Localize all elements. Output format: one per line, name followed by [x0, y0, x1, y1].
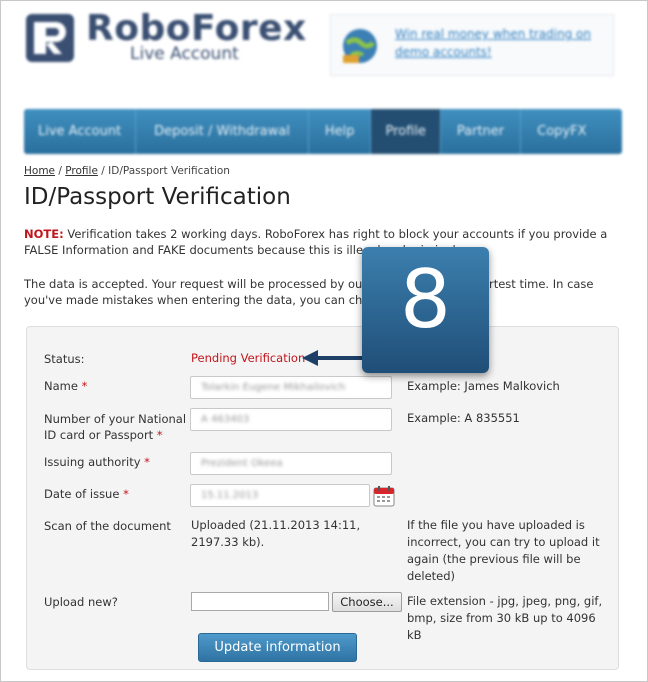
promo-banner[interactable]: Win real money when trading on demo acco… — [330, 14, 614, 76]
logo-subtitle: Live Account — [130, 44, 239, 64]
status-value: Pending Verification — [191, 351, 306, 365]
nav-item-help[interactable]: Help — [309, 109, 372, 154]
uploaded-status-text: Uploaded (21.11.2013 14:11, 2197.33 kb). — [191, 518, 361, 549]
note-label: NOTE: — [24, 227, 64, 241]
main-nav: Live Account Deposit / Withdrawal Help P… — [24, 109, 622, 154]
scan-label: Scan of the document — [44, 519, 171, 533]
idnum-field-value: A 463403 — [201, 414, 250, 425]
breadcrumb-home-link[interactable]: Home — [24, 165, 55, 177]
file-extension-hint: File extension - jpg, jpeg, png, gif, bm… — [407, 594, 603, 642]
idnum-label-text: ID card or Passport — [44, 428, 154, 442]
nav-item-profile[interactable]: Profile — [371, 109, 441, 154]
idnum-field[interactable]: A 463403 — [190, 408, 392, 431]
verification-note: NOTE: Verification takes 2 working days.… — [24, 226, 624, 258]
name-example: Example: James Malkovich — [407, 379, 560, 393]
authority-label: Issuing authority * — [44, 454, 150, 470]
logo-mark-icon — [26, 14, 74, 62]
promo-link[interactable]: Win real money when trading on demo acco… — [395, 25, 605, 61]
breadcrumb-separator: / — [101, 165, 105, 177]
choose-file-button[interactable]: Choose... — [332, 592, 402, 612]
page-title: ID/Passport Verification — [24, 184, 291, 210]
logo-text: RoboForex — [86, 8, 307, 49]
date-label-text: Date of issue — [44, 487, 120, 501]
name-field[interactable]: Tolarkin Eugene Mikhailovich — [190, 376, 392, 399]
nav-item-copyfx[interactable]: CopyFX — [521, 109, 602, 154]
roboforex-logo[interactable]: RoboForex Live Account — [24, 8, 314, 70]
reupload-hint-text: If the file you have uploaded is incorre… — [407, 518, 600, 583]
update-information-button[interactable]: Update information — [198, 633, 357, 662]
name-label-text: Name — [44, 379, 78, 393]
file-path-input[interactable] — [191, 592, 329, 611]
upload-new-label: Upload new? — [44, 595, 118, 609]
required-asterisk: * — [156, 428, 163, 442]
nav-item-live-account[interactable]: Live Account — [24, 109, 137, 154]
date-field[interactable]: 15.11.2013 — [190, 484, 370, 507]
breadcrumb-separator: / — [58, 165, 62, 177]
status-label: Status: — [44, 352, 85, 366]
globe-icon — [343, 29, 377, 63]
idnum-example: Example: A 835551 — [407, 411, 520, 425]
breadcrumb: Home / Profile / ID/Passport Verificatio… — [24, 165, 230, 177]
date-label: Date of issue * — [44, 486, 129, 502]
authority-field[interactable]: Prezident Okeea — [190, 452, 392, 475]
nav-item-partner[interactable]: Partner — [441, 109, 522, 154]
note-text: Verification takes 2 working days. RoboF… — [24, 227, 608, 257]
nav-item-deposit-withdrawal[interactable]: Deposit / Withdrawal — [136, 109, 309, 154]
idnum-label-line2: ID card or Passport * — [44, 427, 163, 443]
name-field-value: Tolarkin Eugene Mikhailovich — [201, 382, 346, 393]
calendar-icon[interactable] — [373, 485, 395, 507]
authority-field-value: Prezident Okeea — [201, 458, 283, 469]
required-asterisk: * — [144, 455, 150, 469]
accepted-message: The data is accepted. Your request will … — [24, 277, 594, 307]
breadcrumb-profile-link[interactable]: Profile — [65, 165, 98, 177]
required-asterisk: * — [123, 487, 129, 501]
authority-label-text: Issuing authority — [44, 455, 141, 469]
idnum-label-line1: Number of your National — [44, 412, 187, 426]
date-field-value: 15.11.2013 — [201, 490, 259, 501]
required-asterisk: * — [81, 379, 88, 393]
step-number: 8 — [400, 253, 451, 346]
name-label: Name * — [44, 378, 87, 394]
step-number-badge: 8 — [362, 247, 489, 373]
breadcrumb-current: ID/Passport Verification — [108, 165, 230, 177]
